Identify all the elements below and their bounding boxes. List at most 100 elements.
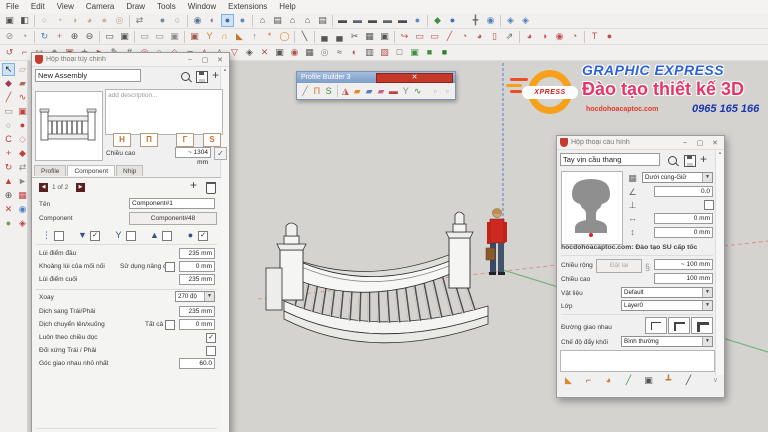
polygon-icon[interactable]: ● bbox=[16, 119, 29, 132]
pencil-red-icon[interactable]: ╱ bbox=[443, 30, 456, 43]
profile-member-icon[interactable]: Π bbox=[312, 85, 322, 98]
end-offset-input[interactable]: 235 mm bbox=[179, 274, 215, 285]
save-icon[interactable] bbox=[684, 155, 696, 167]
ramp-icon[interactable]: ◣ bbox=[233, 30, 246, 43]
card-2-icon[interactable]: ▭ bbox=[428, 30, 441, 43]
close-icon[interactable]: ✕ bbox=[709, 139, 721, 147]
fog-toggle-icon[interactable]: ○ bbox=[171, 14, 184, 27]
freehand-icon[interactable]: ∿ bbox=[16, 91, 29, 104]
scene-left-icon[interactable]: ▤ bbox=[316, 14, 329, 27]
draw-profile-icon[interactable]: ╱ bbox=[300, 85, 310, 98]
leaf-1-icon[interactable]: ▣ bbox=[408, 46, 421, 59]
component-name-input[interactable]: Component#1 bbox=[129, 198, 215, 209]
chevron-down-icon[interactable]: ▼ bbox=[702, 288, 712, 297]
view-top-icon[interactable]: ◐ bbox=[206, 14, 219, 27]
card-1-icon[interactable]: ▭ bbox=[413, 30, 426, 43]
search-icon[interactable] bbox=[181, 72, 190, 81]
panel-2-icon[interactable]: ▣ bbox=[273, 46, 286, 59]
waves-icon[interactable]: ≈ bbox=[333, 46, 346, 59]
style-hidden-line-icon[interactable]: ◔ bbox=[53, 14, 66, 27]
notes-area[interactable] bbox=[560, 350, 715, 372]
advanced-checkbox[interactable] bbox=[165, 262, 175, 272]
profile-name-input[interactable]: Tay vịn cầu thang bbox=[560, 153, 660, 166]
hatch-2-icon[interactable]: ▨ bbox=[378, 46, 391, 59]
assembly-type-scurve-button[interactable]: S bbox=[203, 133, 221, 147]
build-assembly-icon[interactable]: S bbox=[324, 85, 334, 98]
funnel-icon[interactable]: Y bbox=[203, 30, 216, 43]
section-plane-icon[interactable]: ◈ bbox=[16, 217, 29, 230]
knife-tool-icon[interactable]: ╱ bbox=[622, 374, 635, 387]
tree-tall-icon[interactable]: ↑ bbox=[248, 30, 261, 43]
menu-extensions[interactable]: Extensions bbox=[222, 2, 273, 11]
menu-camera[interactable]: Camera bbox=[80, 2, 120, 11]
grinder-tool-icon[interactable]: ◕ bbox=[602, 374, 615, 387]
anchor-select[interactable]: Dưới cùng-Giữ ▼ bbox=[642, 172, 713, 183]
pan-view-icon[interactable]: ╋ bbox=[469, 14, 482, 27]
scene-front-icon[interactable]: ⌂ bbox=[286, 14, 299, 27]
grid-2-icon[interactable]: ▦ bbox=[303, 46, 316, 59]
fork-checkbox[interactable] bbox=[126, 231, 136, 241]
rotate-icon[interactable]: ↻ bbox=[2, 161, 15, 174]
render-globe-icon[interactable]: ● bbox=[411, 14, 424, 27]
red-tool-1-icon[interactable]: ◕ bbox=[523, 30, 536, 43]
rect-tool-1-icon[interactable]: ▭ bbox=[138, 30, 151, 43]
add-icon[interactable]: + bbox=[700, 154, 707, 165]
trash-icon[interactable] bbox=[206, 182, 216, 194]
lines-v-icon[interactable]: ▥ bbox=[363, 46, 376, 59]
ring-2-icon[interactable]: ◎ bbox=[318, 46, 331, 59]
layout-export-icon[interactable]: ▬ bbox=[336, 14, 349, 27]
dimension-icon[interactable]: ▦ bbox=[16, 189, 29, 202]
stamp-seal-icon[interactable]: ┻ bbox=[662, 374, 675, 387]
offset-h-input[interactable]: 0 mm bbox=[654, 213, 713, 224]
anchor-point[interactable] bbox=[589, 233, 593, 237]
arc-tool-icon[interactable]: ⌐ bbox=[18, 46, 31, 59]
view-front-icon[interactable]: ● bbox=[221, 14, 234, 27]
prev-component-button[interactable]: ◀ bbox=[39, 183, 48, 192]
pan-icon[interactable]: + bbox=[53, 30, 66, 43]
flip-checkbox[interactable] bbox=[704, 200, 714, 210]
chevron-down-icon[interactable]: ▼ bbox=[702, 337, 712, 346]
view-iso-icon[interactable]: ◉ bbox=[191, 14, 204, 27]
stamp-tool-icon[interactable]: ▰ bbox=[16, 77, 29, 90]
rotation-input[interactable]: 0.0 bbox=[654, 186, 713, 197]
lod-3-icon[interactable]: ▬ bbox=[381, 14, 394, 27]
syringe-icon[interactable]: ╱ bbox=[682, 374, 695, 387]
bus-1-icon[interactable]: ▄ bbox=[318, 30, 331, 43]
walk-icon[interactable]: ● bbox=[2, 217, 15, 230]
eraser-icon[interactable]: ▱ bbox=[16, 63, 29, 76]
material-select[interactable]: Default ▼ bbox=[621, 287, 713, 298]
shift-lr-input[interactable]: 235 mm bbox=[179, 306, 215, 317]
move-icon[interactable]: ▲ bbox=[2, 175, 15, 188]
search-icon[interactable] bbox=[668, 156, 677, 165]
pie-2-icon[interactable]: ◕ bbox=[473, 30, 486, 43]
tab-component[interactable]: Component bbox=[67, 165, 115, 176]
zoom-previous-icon[interactable]: ⊖ bbox=[83, 30, 96, 43]
minimize-icon[interactable]: – bbox=[184, 56, 196, 63]
width-input[interactable]: ~ 100 mm bbox=[654, 259, 713, 270]
line-tool-icon[interactable]: ╱ bbox=[2, 91, 15, 104]
scrollbar[interactable]: ▴ bbox=[715, 150, 724, 375]
bullseye-icon[interactable]: ◉ bbox=[288, 46, 301, 59]
assembly-dialog-titlebar[interactable]: Hộp thoại tùy chỉnh – ▢ ✕ bbox=[32, 53, 229, 67]
layer-select[interactable]: Layer0 ▼ bbox=[621, 300, 713, 311]
window-box-icon[interactable]: ▣ bbox=[378, 30, 391, 43]
paint-bucket-icon[interactable]: ◆ bbox=[2, 77, 15, 90]
close-icon[interactable]: ✕ bbox=[376, 73, 453, 83]
undo-red-icon[interactable]: ↪ bbox=[398, 30, 411, 43]
shift-ud-input[interactable]: 0 mm bbox=[179, 319, 215, 330]
vertical-always-checkbox[interactable] bbox=[206, 333, 216, 343]
menu-draw[interactable]: Draw bbox=[120, 2, 151, 11]
lod-4-icon[interactable]: ▬ bbox=[396, 14, 409, 27]
min-angle-input[interactable]: 60.0 bbox=[179, 358, 215, 369]
style-xray-icon[interactable]: ◎ bbox=[113, 14, 126, 27]
drill-tool-icon[interactable]: ⌐ bbox=[582, 374, 595, 387]
tab-profile[interactable]: Profile bbox=[34, 165, 66, 176]
mirror-checkbox[interactable] bbox=[206, 346, 216, 356]
red-tool-3-icon[interactable]: ◉ bbox=[553, 30, 566, 43]
chevron-down-icon[interactable]: ▼ bbox=[702, 173, 712, 182]
component-picker-button[interactable]: Component#48 bbox=[129, 212, 217, 225]
vegetation-icon[interactable]: ◆ bbox=[431, 14, 444, 27]
scene-top-icon[interactable]: ▤ bbox=[271, 14, 284, 27]
menu-tools[interactable]: Tools bbox=[151, 2, 182, 11]
ring-orange-icon[interactable]: ◯ bbox=[278, 30, 291, 43]
